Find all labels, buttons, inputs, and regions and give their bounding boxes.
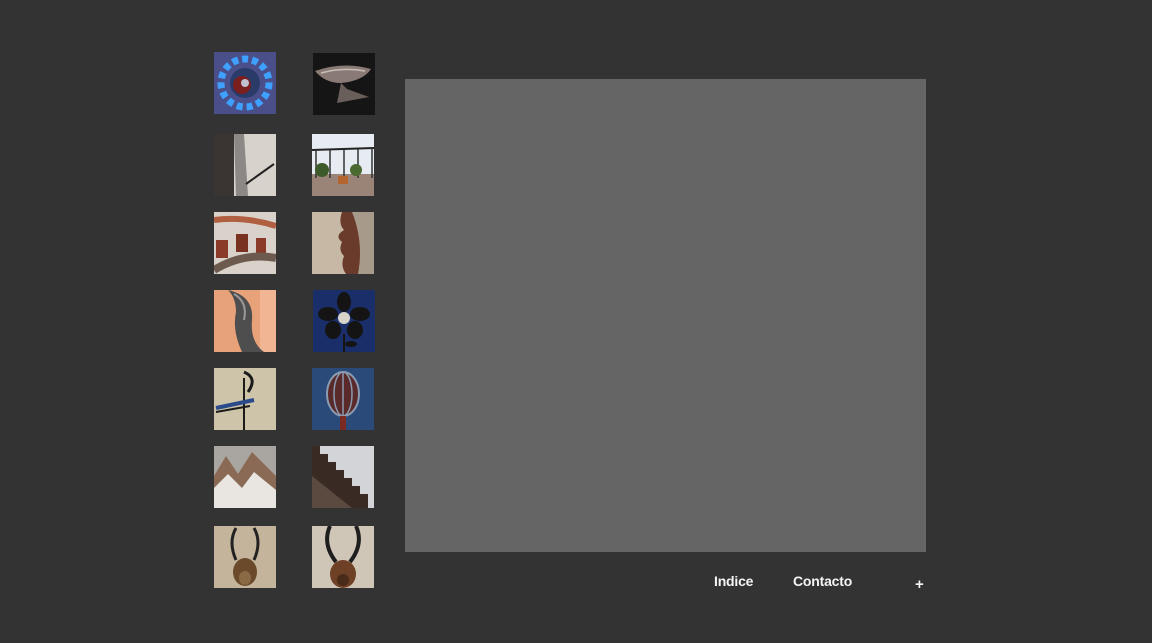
thumbnail-blue-gear-sculpture[interactable] — [214, 52, 276, 114]
zigzag-metal-piece-image — [214, 446, 276, 508]
more-button[interactable]: + — [915, 576, 924, 593]
metal-fish-sculpture-image — [313, 53, 375, 115]
thumbnail-metal-flower-sculpture[interactable] — [313, 290, 375, 352]
contact-link[interactable]: Contacto — [793, 573, 852, 589]
thumbnail-zigzag-metal-piece[interactable] — [214, 446, 276, 508]
page: Indice Contacto + — [0, 0, 1152, 643]
metal-flower-sculpture-image — [313, 290, 375, 352]
metal-wall-relief-image — [214, 134, 276, 196]
antelope-head-sculpture-image — [214, 526, 276, 588]
thumbnail-metal-fish-sculpture[interactable] — [313, 53, 375, 115]
index-link[interactable]: Indice — [714, 573, 753, 589]
thumbnail-antelope-head-sculpture[interactable] — [214, 526, 276, 588]
abstract-figure-sculpture-image — [214, 368, 276, 430]
thumbnail-metal-sphere-sculpture[interactable] — [312, 368, 374, 430]
thumbnail-bent-metal-sculpture[interactable] — [214, 290, 276, 352]
metal-sphere-sculpture-image — [312, 368, 374, 430]
thumbnail-metal-wall-relief[interactable] — [214, 134, 276, 196]
horned-head-sculpture-image — [312, 526, 374, 588]
curved-staircase-railing-image — [214, 212, 276, 274]
thumbnail-terrace-railing[interactable] — [312, 134, 374, 196]
thumbnail-face-profile-relief[interactable] — [312, 212, 374, 274]
image-viewer — [405, 79, 926, 552]
thumbnail-staircase-steps[interactable] — [312, 446, 374, 508]
thumbnail-horned-head-sculpture[interactable] — [312, 526, 374, 588]
staircase-steps-image — [312, 446, 374, 508]
thumbnail-abstract-figure-sculpture[interactable] — [214, 368, 276, 430]
face-profile-relief-image — [312, 212, 374, 274]
thumbnail-curved-staircase-railing[interactable] — [214, 212, 276, 274]
bent-metal-sculpture-image — [214, 290, 276, 352]
blue-gear-sculpture-image — [214, 52, 276, 114]
terrace-railing-image — [312, 134, 374, 196]
